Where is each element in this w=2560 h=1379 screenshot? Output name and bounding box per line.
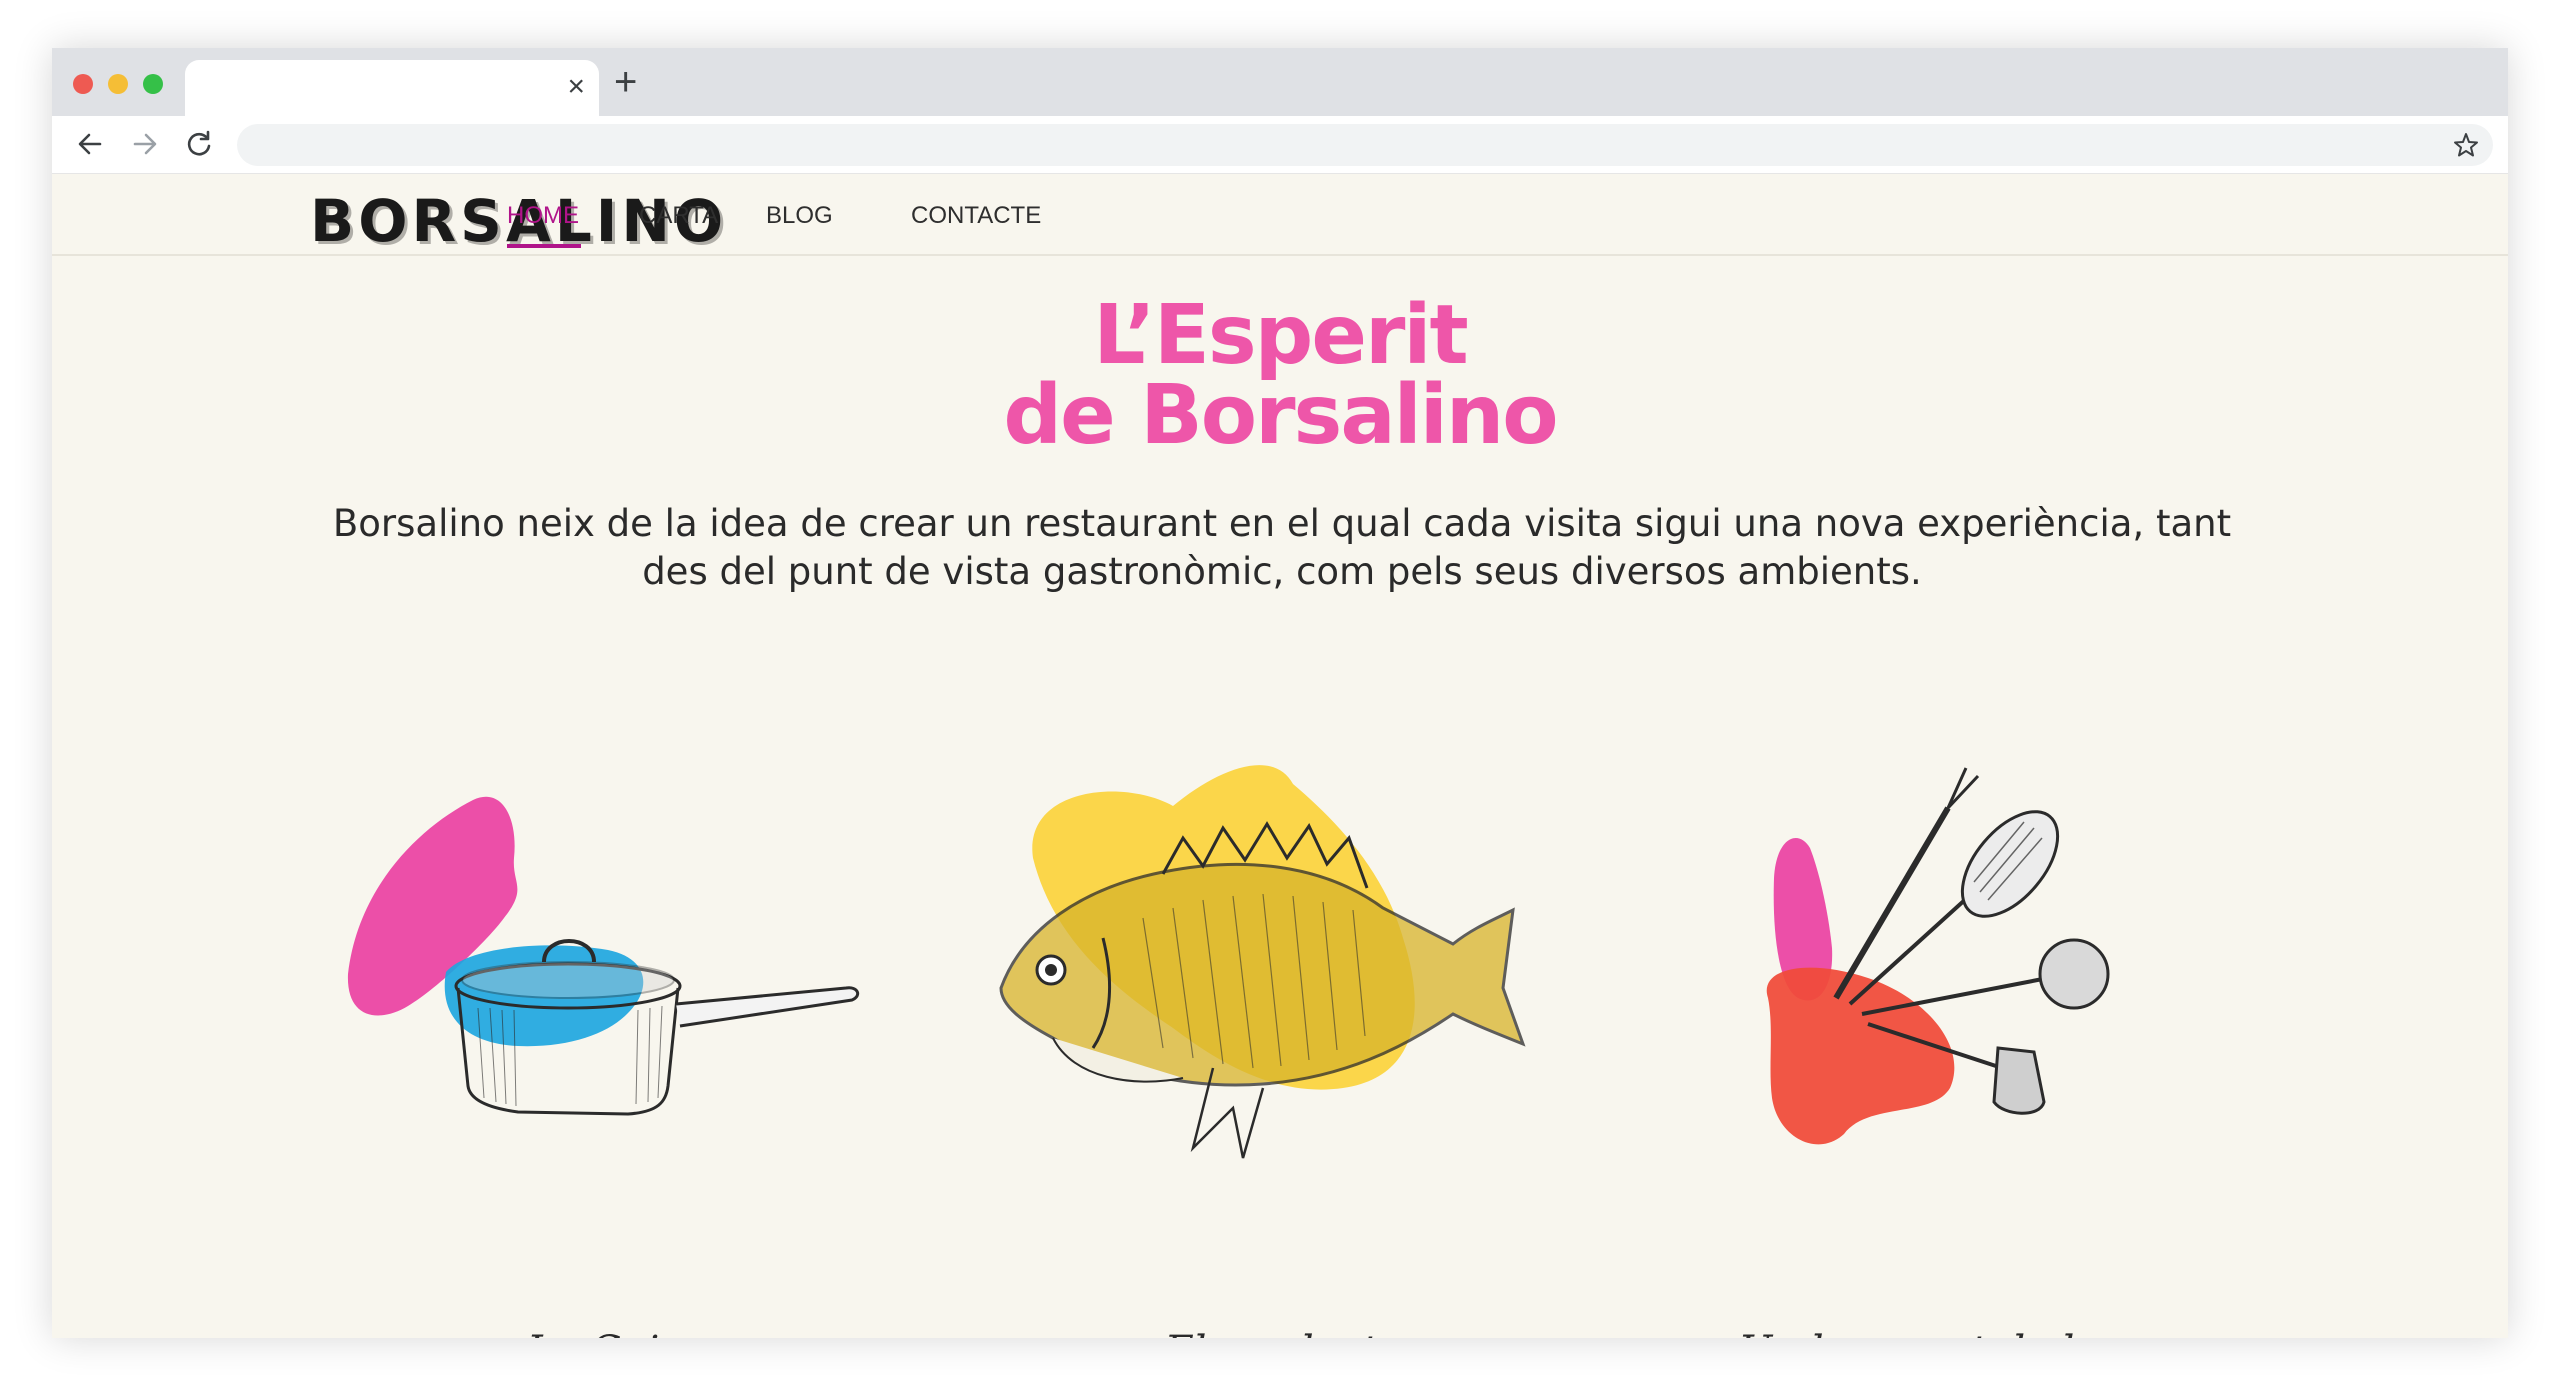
back-arrow-icon[interactable] [72, 126, 108, 162]
fish-illustration [999, 765, 1526, 1159]
feature-la-cuina[interactable]: La Cuina [318, 688, 918, 1338]
tab-bar: × + [52, 48, 2508, 116]
feature-label-la-cuina[interactable]: La Cuina [318, 1328, 918, 1338]
address-bar[interactable] [237, 124, 2493, 166]
nav-carta[interactable]: CARTA [639, 202, 718, 230]
browser-window: × + BORSALINO HOME CARTA BLOG CONTACTE L… [52, 48, 2508, 1338]
maximize-window-button[interactable] [143, 74, 163, 94]
feature-un-bon-gust-de-boca[interactable]: Un bon gust de boca [1648, 688, 2248, 1338]
new-tab-icon[interactable]: + [614, 62, 637, 102]
bookmark-star-icon[interactable] [2451, 130, 2481, 160]
minimize-window-button[interactable] [108, 74, 128, 94]
nav-home[interactable]: HOME [507, 202, 579, 230]
nav-blog[interactable]: BLOG [766, 202, 833, 230]
reload-icon[interactable] [181, 126, 217, 162]
feature-label-un-bon-gust-de-boca[interactable]: Un bon gust de boca [1648, 1328, 2248, 1338]
kitchen-utensils-illustration [1766, 767, 2110, 1145]
hero-title-line-2: de Borsalino [1003, 368, 1558, 463]
nav-active-indicator [507, 244, 581, 248]
feature-el-producte[interactable]: El producte [983, 688, 1583, 1338]
feature-label-el-producte[interactable]: El producte [983, 1328, 1583, 1338]
cooking-pot-illustration [347, 796, 860, 1116]
browser-tab[interactable]: × [185, 60, 599, 116]
hero-title: L’Esperit de Borsalino [52, 295, 2508, 457]
close-window-button[interactable] [73, 74, 93, 94]
browser-toolbar [52, 116, 2508, 174]
tab-close-icon[interactable]: × [567, 69, 585, 105]
forward-arrow-icon[interactable] [127, 126, 163, 162]
hero-subtitle: Borsalino neix de la idea de crear un re… [332, 502, 2232, 593]
nav-contacte[interactable]: CONTACTE [911, 202, 1041, 230]
site-header: BORSALINO HOME CARTA BLOG CONTACTE [52, 174, 2508, 256]
